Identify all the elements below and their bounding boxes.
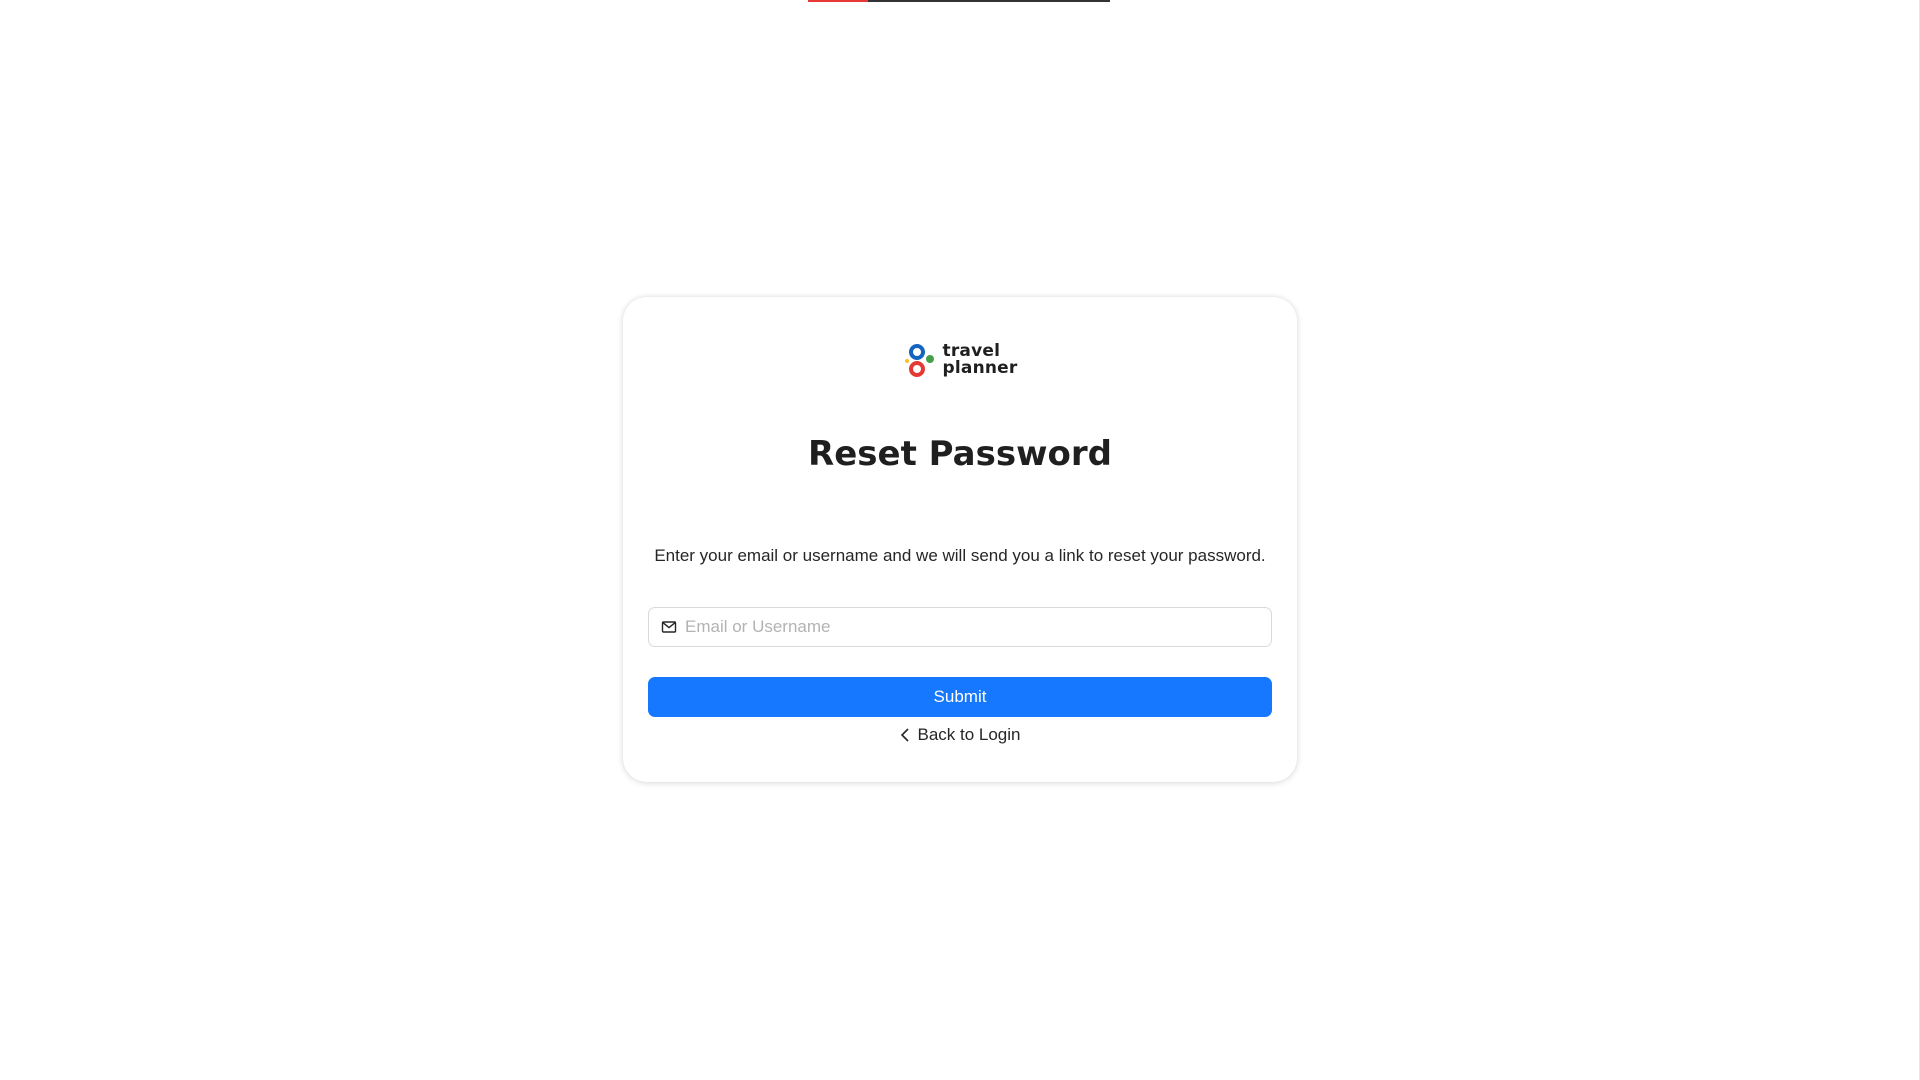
brand-line-2: planner — [942, 358, 1018, 378]
chevron-left-icon — [901, 728, 910, 742]
reset-password-card: travel planner Reset Password Enter your… — [623, 297, 1297, 782]
reset-password-page: travel planner Reset Password Enter your… — [0, 0, 1920, 1080]
submit-button[interactable]: Submit — [648, 677, 1272, 717]
back-to-login-link[interactable]: Back to Login — [623, 725, 1297, 745]
instructions-text: Enter your email or username and we will… — [654, 546, 1266, 565]
brand-logo: travel planner — [623, 342, 1297, 378]
email-username-input[interactable] — [685, 617, 1259, 637]
page-title: Reset Password — [808, 434, 1112, 474]
loading-progress-fill — [808, 0, 869, 2]
mail-icon — [661, 621, 677, 633]
email-username-field[interactable] — [648, 607, 1272, 647]
loading-progress-bar — [808, 0, 1110, 2]
brand-wordmark: travel planner — [943, 343, 1018, 377]
travel-planner-logo-icon — [904, 344, 934, 377]
back-to-login-label: Back to Login — [917, 725, 1021, 744]
